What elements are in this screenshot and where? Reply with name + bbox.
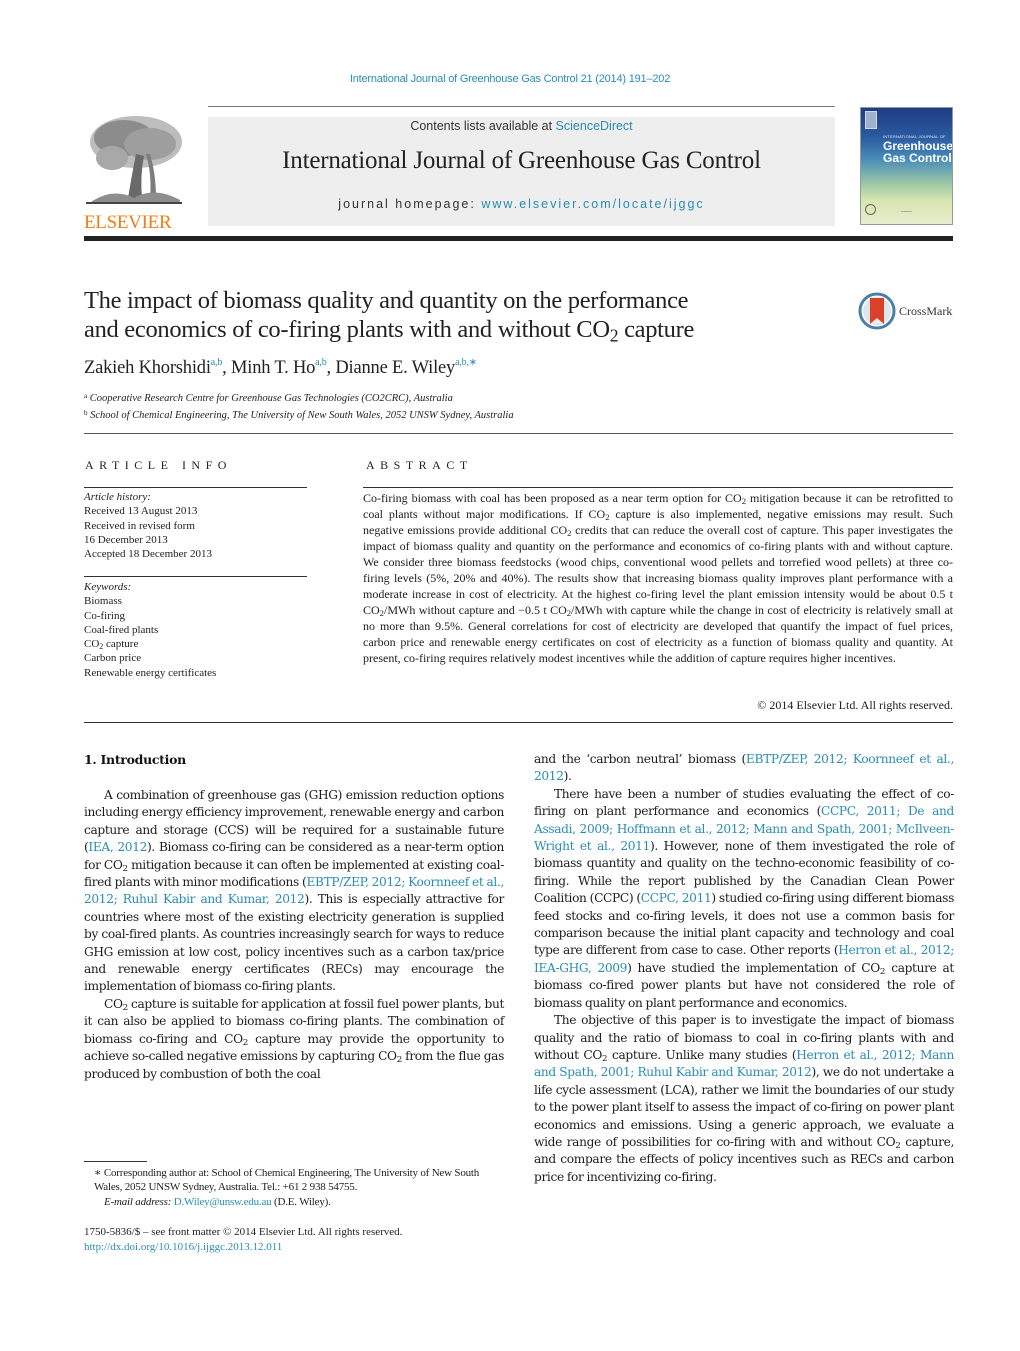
masthead-thick-rule xyxy=(84,236,953,241)
journal-cover-thumbnail[interactable]: INTERNATIONAL JOURNAL OF Greenhouse Gas … xyxy=(860,107,953,225)
abstract-segment: /MWh without capture and −0.5 t CO xyxy=(383,603,567,617)
divider xyxy=(84,433,953,434)
title-text: and economics of co-firing plants with a… xyxy=(84,316,610,343)
abstract-text: Co-firing biomass with coal has been pro… xyxy=(363,490,953,666)
author-name: Zakieh Khorshidi xyxy=(84,358,211,378)
masthead-band: Contents lists available at ScienceDirec… xyxy=(208,117,835,226)
keyword: Biomass xyxy=(84,595,122,608)
email-link[interactable]: D.Wiley@unsw.edu.au xyxy=(174,1196,272,1208)
separator: , xyxy=(222,358,231,378)
elsevier-wordmark: ELSEVIER xyxy=(84,212,172,233)
affiliation-mark: b xyxy=(84,409,88,417)
affiliation-marker[interactable]: a,b xyxy=(211,357,223,368)
running-head-citation[interactable]: International Journal of Greenhouse Gas … xyxy=(0,73,1020,85)
affiliation-mark: a xyxy=(84,392,88,400)
affiliation-a: a Cooperative Research Centre for Greenh… xyxy=(84,389,514,406)
author[interactable]: Minh T. Hoa,b xyxy=(231,357,327,378)
body-column-right: and the ‘carbon neutral’ biomass (EBTP/Z… xyxy=(534,751,954,1186)
affiliation-text: School of Chemical Engineering, The Univ… xyxy=(90,410,514,421)
cover-title-line2: Gas Control xyxy=(883,151,952,165)
text: and the ‘carbon neutral’ biomass ( xyxy=(534,752,746,766)
corresponding-author-note: ∗ Corresponding author at: School of Che… xyxy=(94,1167,480,1194)
paragraph: A combination of greenhouse gas (GHG) em… xyxy=(84,787,504,996)
keyword: Coal-fired plants xyxy=(84,623,159,636)
divider xyxy=(84,487,307,488)
author[interactable]: Dianne E. Wileya,b,∗ xyxy=(335,357,477,378)
journal-name: International Journal of Greenhouse Gas … xyxy=(282,147,761,174)
issn-doi-block: 1750-5836/$ – see front matter © 2014 El… xyxy=(84,1225,402,1255)
title-line1: The impact of biomass quality and quanti… xyxy=(84,287,689,314)
abstract-segment: Co-firing biomass with coal has been pro… xyxy=(363,491,742,505)
text: ). This is especially attractive for cou… xyxy=(84,892,504,994)
author-name: Dianne E. Wiley xyxy=(335,358,456,378)
crossmark-label: CrossMark xyxy=(899,303,953,318)
title-text: capture xyxy=(618,316,695,343)
keyword: Renewable energy certificates xyxy=(84,666,217,679)
article-title: The impact of biomass quality and quanti… xyxy=(84,286,824,344)
history-item: Received 13 August 2013 xyxy=(84,505,198,518)
contents-prefix: Contents lists available at xyxy=(410,119,556,133)
homepage-line: journal homepage: www.elsevier.com/locat… xyxy=(208,197,835,211)
elsevier-logo[interactable]: ELSEVIER xyxy=(84,114,186,233)
cover-title: Greenhouse Gas Control xyxy=(883,140,952,165)
footnotes: ∗ Corresponding author at: School of Che… xyxy=(84,1166,509,1209)
contents-line: Contents lists available at ScienceDirec… xyxy=(208,119,835,133)
crossmark-badge[interactable]: CrossMark xyxy=(858,291,958,331)
history-item: Received in revised form xyxy=(84,519,195,532)
elsevier-tree-icon xyxy=(84,114,184,206)
issn-line: 1750-5836/$ – see front matter © 2014 El… xyxy=(84,1226,403,1238)
divider xyxy=(84,722,953,723)
keyword: Carbon price xyxy=(84,652,142,665)
doi-link[interactable]: http://dx.doi.org/10.1016/j.ijggc.2013.1… xyxy=(84,1241,282,1253)
subscript: 2 xyxy=(99,642,104,652)
paragraph: CO2 capture is suitable for application … xyxy=(84,996,504,1083)
citation-link[interactable]: IEA, 2012 xyxy=(88,840,147,854)
affiliation-marker[interactable]: a,b,∗ xyxy=(455,357,477,368)
article-history: Article history: Received 13 August 2013… xyxy=(84,490,212,561)
email-label: E-mail address: xyxy=(104,1195,172,1208)
sciencedirect-link[interactable]: ScienceDirect xyxy=(556,119,633,133)
affiliation-b: b School of Chemical Engineering, The Un… xyxy=(84,406,514,423)
affiliation-marker[interactable]: a,b xyxy=(315,357,327,368)
paragraph: The objective of this paper is to invest… xyxy=(534,1012,954,1186)
cover-signature: ~~~~ xyxy=(901,210,912,215)
body-column-left: A combination of greenhouse gas (GHG) em… xyxy=(84,787,504,1083)
paragraph: There have been a number of studies eval… xyxy=(534,786,954,1012)
email-note: E-mail address: D.Wiley@unsw.edu.au (D.E… xyxy=(84,1195,509,1209)
article-info-heading: ARTICLE INFO xyxy=(85,458,232,472)
keywords: Keywords: Biomass Co-firing Coal-fired p… xyxy=(84,580,216,680)
masthead-top-rule xyxy=(208,106,835,107)
author-list: Zakieh Khorshidia,b, Minh T. Hoa,b, Dian… xyxy=(84,357,477,379)
cover-logo-icon xyxy=(865,111,877,129)
text: ). xyxy=(563,769,572,784)
paragraph: and the ‘carbon neutral’ biomass (EBTP/Z… xyxy=(534,751,954,786)
citation-link[interactable]: CCPC, 2011 xyxy=(641,891,712,905)
author[interactable]: Zakieh Khorshidia,b xyxy=(84,357,223,378)
divider xyxy=(363,487,953,488)
divider xyxy=(84,576,307,577)
email-suffix: (D.E. Wiley). xyxy=(271,1195,331,1208)
subscript: 2 xyxy=(609,325,619,346)
journal-homepage-link[interactable]: www.elsevier.com/locate/ijggc xyxy=(481,197,704,211)
cover-seal-icon xyxy=(865,204,876,215)
history-item: Accepted 18 December 2013 xyxy=(84,548,212,561)
keywords-label: Keywords: xyxy=(84,581,132,593)
text: capture. Unlike many studies ( xyxy=(607,1047,797,1062)
crossmark-icon xyxy=(858,292,896,330)
homepage-prefix: journal homepage: xyxy=(338,197,482,211)
text: ) have studied the implementation of CO xyxy=(627,960,880,975)
abstract-copyright: © 2014 Elsevier Ltd. All rights reserved… xyxy=(757,698,953,712)
section-heading-introduction: 1. Introduction xyxy=(84,752,186,767)
author-name: Minh T. Ho xyxy=(231,358,316,378)
text: CO xyxy=(104,996,123,1011)
history-item: 16 December 2013 xyxy=(84,533,168,546)
title-line2: and economics of co-firing plants with a… xyxy=(84,315,824,344)
history-label: Article history: xyxy=(84,491,151,503)
keyword: CO2 capture xyxy=(84,638,139,652)
affiliations: a Cooperative Research Centre for Greenh… xyxy=(84,389,514,423)
footnote-rule xyxy=(84,1161,147,1162)
keyword: Co-firing xyxy=(84,609,125,622)
affiliation-text: Cooperative Research Centre for Greenhou… xyxy=(89,393,453,404)
abstract-heading: ABSTRACT xyxy=(366,458,473,472)
